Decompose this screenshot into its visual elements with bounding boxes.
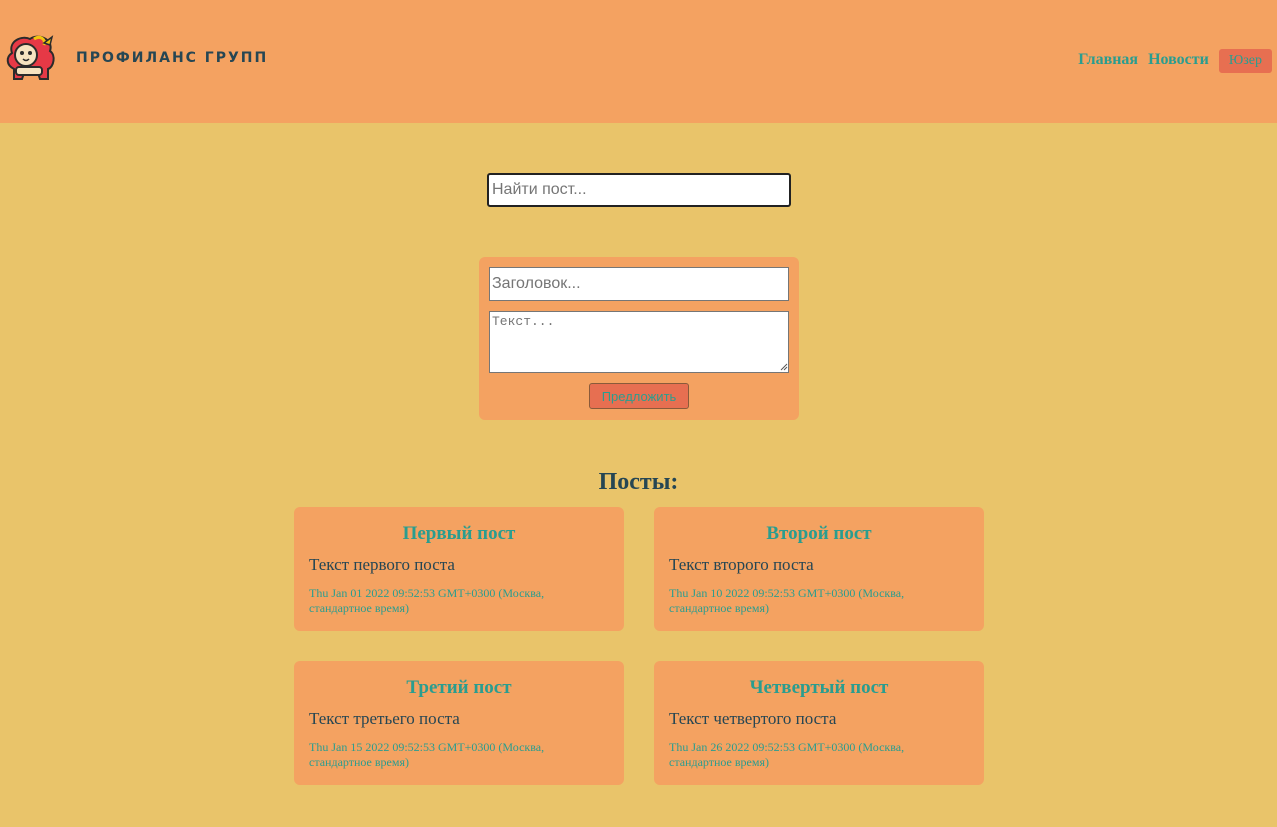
search-input[interactable]	[487, 173, 791, 207]
nav-link-news[interactable]: Новости	[1148, 51, 1209, 69]
post-title: Первый пост	[402, 523, 516, 544]
post-title: Четвертый пост	[749, 677, 889, 698]
post-date: Thu Jan 01 2022 09:52:53 GMT+0300 (Москв…	[309, 586, 545, 615]
posts-heading: Посты:	[598, 469, 679, 495]
post-text: Текст третьего поста	[309, 709, 460, 728]
post-title: Третий пост	[406, 677, 512, 698]
post-date: Thu Jan 26 2022 09:52:53 GMT+0300 (Москв…	[669, 740, 905, 769]
post-title-field[interactable]	[489, 267, 789, 301]
post-text: Текст четвертого поста	[669, 709, 837, 728]
user-button[interactable]: Юзер	[1218, 49, 1272, 73]
post-card: Четвертый пост Текст четвертого поста Th…	[654, 661, 984, 785]
new-post-form: Предложить	[479, 257, 799, 420]
suggest-button[interactable]: Предложить	[589, 383, 689, 409]
post-date: Thu Jan 15 2022 09:52:53 GMT+0300 (Москв…	[309, 740, 545, 769]
post-card: Второй пост Текст второго поста Thu Jan …	[654, 507, 984, 631]
post-card: Третий пост Текст третьего поста Thu Jan…	[294, 661, 624, 785]
nav-link-home[interactable]: Главная	[1078, 51, 1138, 69]
site-header: ПРОФИЛАНС ГРУПП Главная Новости Юзер	[0, 0, 1277, 123]
main-nav: Главная Новости Юзер	[1078, 46, 1272, 73]
post-title: Второй пост	[766, 523, 872, 544]
post-text: Текст первого поста	[309, 555, 455, 574]
post-text: Текст второго поста	[669, 555, 814, 574]
post-date: Thu Jan 10 2022 09:52:53 GMT+0300 (Москв…	[669, 586, 905, 615]
lion-logo-icon[interactable]	[4, 33, 58, 83]
post-text-field[interactable]	[489, 311, 789, 373]
post-card: Первый пост Текст первого поста Thu Jan …	[294, 507, 624, 631]
brand-name: ПРОФИЛАНС ГРУПП	[76, 50, 269, 66]
